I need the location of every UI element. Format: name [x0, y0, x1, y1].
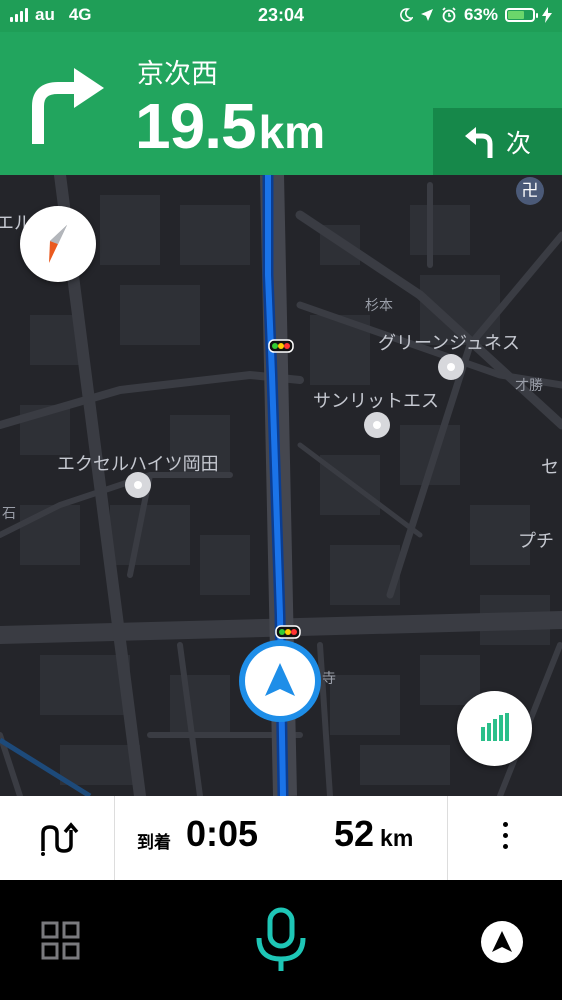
- map-label: サンリットエス: [313, 391, 439, 412]
- grid-menu-icon[interactable]: [41, 921, 81, 961]
- traffic-light-icon: [275, 625, 301, 639]
- map-label: 石: [2, 506, 16, 522]
- route-options-button[interactable]: [0, 796, 115, 880]
- next-street-name: 京次西: [137, 59, 218, 90]
- status-right: 63%: [399, 5, 552, 25]
- remaining-distance-value: 52: [334, 813, 375, 854]
- stats-button[interactable]: [457, 691, 532, 766]
- poi-marker[interactable]: [362, 410, 392, 440]
- distance-value: 19.5: [135, 90, 257, 162]
- map-label: グリーンジュネス: [378, 333, 520, 354]
- remaining-distance: 52 km: [334, 813, 413, 855]
- turn-right-icon: [32, 68, 104, 144]
- more-button[interactable]: [447, 796, 562, 880]
- next-label: 次: [505, 128, 531, 158]
- compass-button[interactable]: [20, 206, 96, 282]
- bottom-toolbar: [0, 880, 562, 1000]
- temple-marker[interactable]: 卍: [516, 177, 544, 205]
- map-view[interactable]: エルフ 杉本 グリーンジュネス サンリットエス 才勝 セ エクセルハイツ岡田 石…: [0, 175, 562, 796]
- stats-bars-icon: [481, 713, 509, 741]
- alarm-icon: [442, 7, 456, 23]
- map-label: 杉本: [365, 298, 393, 314]
- battery-percent: 63%: [463, 5, 498, 24]
- arrival-time: 0:05: [186, 813, 259, 854]
- microphone-icon[interactable]: [251, 905, 311, 975]
- next-maneuver-button[interactable]: 次: [433, 108, 562, 175]
- trip-info-bar: 到着 0:05 52 km: [0, 796, 562, 880]
- map-label: セ: [541, 457, 559, 478]
- compass-icon: [49, 225, 67, 263]
- current-location-icon: [265, 663, 295, 696]
- moon-icon: [400, 8, 413, 22]
- remaining-distance-unit: km: [380, 825, 414, 851]
- current-location-button[interactable]: [239, 640, 321, 722]
- turn-left-icon: [464, 126, 493, 158]
- map-label: 寺: [322, 671, 336, 687]
- map-label: 才勝: [515, 378, 543, 394]
- map-label: エクセルハイツ岡田: [57, 454, 219, 475]
- status-bar: au 4G 23:04 63%: [0, 0, 562, 32]
- route-options-icon: [41, 822, 79, 856]
- current-location-inner: [245, 646, 315, 716]
- arrival-label: 到着: [137, 833, 171, 853]
- battery-icon: [505, 8, 538, 22]
- charging-icon: [542, 7, 552, 23]
- distance-unit: km: [258, 106, 326, 158]
- navigation-arrow-icon: [492, 931, 512, 952]
- map-label: プチ: [518, 531, 554, 552]
- navigation-mode-button[interactable]: [481, 921, 523, 963]
- more-vertical-icon: [503, 822, 509, 855]
- location-arrow-icon: [420, 9, 433, 21]
- distance-to-turn: 19.5km: [135, 89, 325, 163]
- navigation-header: 京次西 19.5km 次: [0, 32, 562, 175]
- poi-marker[interactable]: [436, 352, 466, 382]
- traffic-light-icon: [268, 339, 294, 353]
